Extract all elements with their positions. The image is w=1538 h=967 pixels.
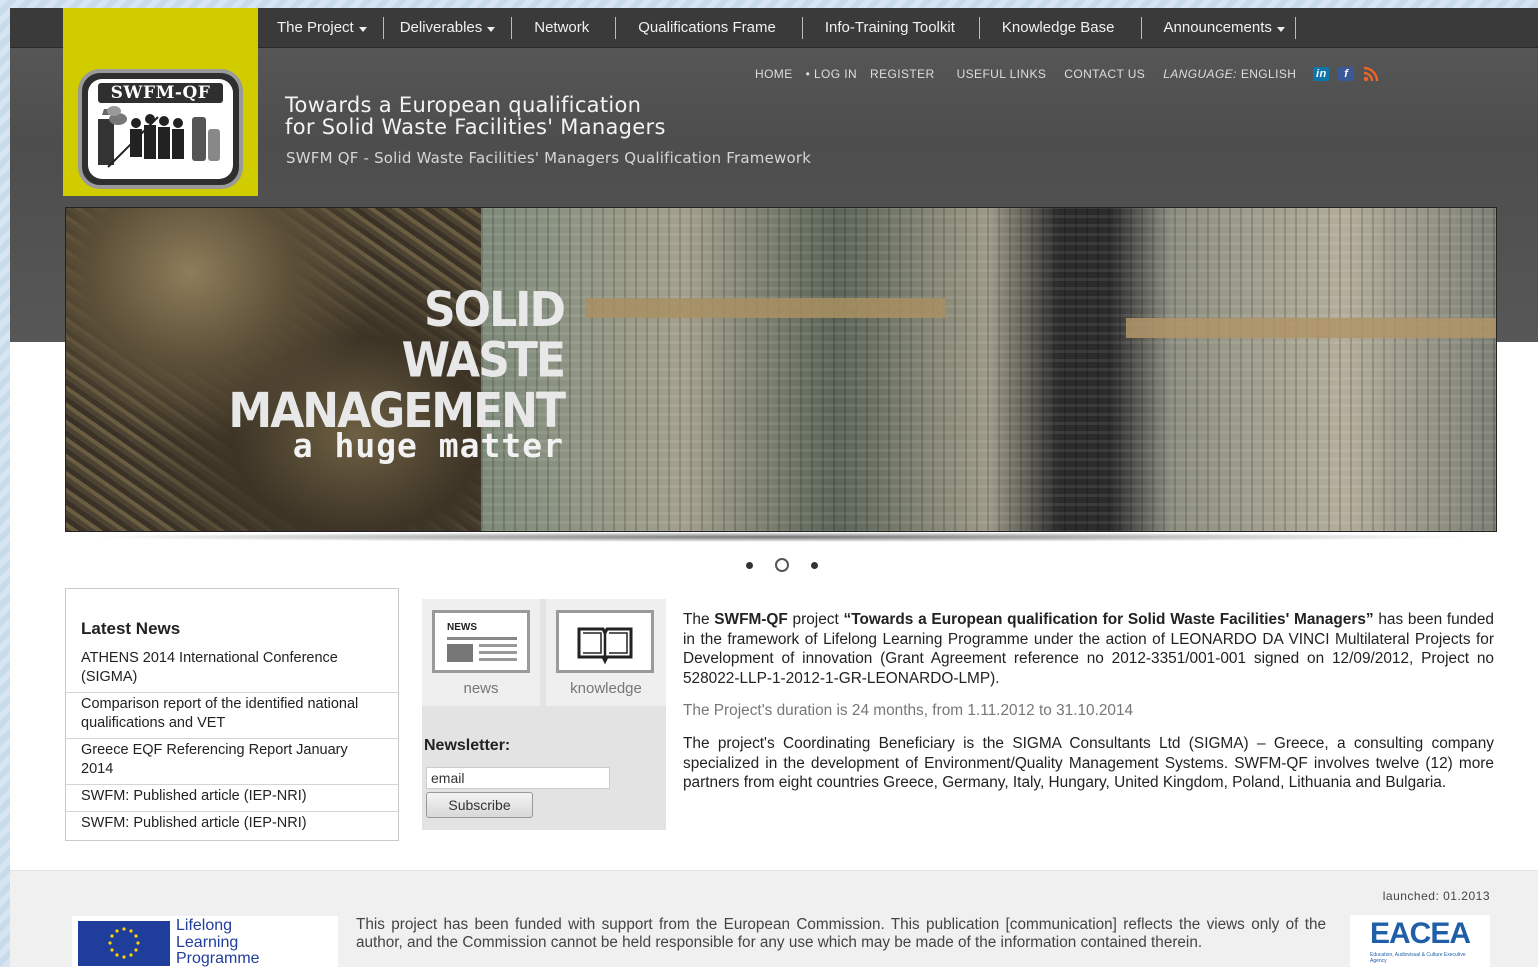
page: SWFM-QF The Project Deliverables Network…: [10, 8, 1538, 967]
subscribe-button[interactable]: Subscribe: [426, 792, 533, 818]
site-tagline: Towards a European qualification for Sol…: [285, 94, 666, 138]
llp-logo[interactable]: Lifelong Learning Programme: [72, 916, 338, 967]
project-description: The SWFM-QF project “Towards a European …: [683, 610, 1494, 806]
latest-news-panel: Latest News ATHENS 2014 International Co…: [65, 588, 399, 841]
about-paragraph-3: The project's Coordinating Beneficiary i…: [683, 734, 1494, 792]
slider-dot-2[interactable]: [775, 558, 789, 572]
chevron-down-icon: [1276, 26, 1285, 32]
utility-links: HOME • LOG IN REGISTER USEFUL LINKS CONT…: [755, 66, 1381, 82]
nav-announcements[interactable]: Announcements: [1142, 17, 1296, 39]
hero-shadow: [83, 532, 1479, 542]
chevron-down-icon: [358, 26, 367, 32]
book-icon: [556, 610, 654, 673]
nav-label: Announcements: [1163, 19, 1272, 36]
logo-people-icon: [98, 106, 220, 168]
llp-text: Lifelong Learning Programme: [176, 917, 260, 967]
news-tile-label: news: [463, 680, 499, 697]
llp-line-1: Lifelong: [176, 917, 233, 934]
newspaper-icon: NEWS: [432, 610, 530, 673]
hero-slider[interactable]: SOLID WASTE MANAGEMENT a huge matter: [65, 207, 1497, 532]
hero-line-2: WASTE: [401, 332, 566, 389]
linkedin-icon[interactable]: in: [1313, 67, 1330, 81]
nav-deliverables[interactable]: Deliverables: [384, 17, 513, 39]
nav-label: Network: [534, 19, 590, 36]
newsletter-email-input[interactable]: [426, 767, 610, 789]
nav-network[interactable]: Network: [512, 17, 617, 39]
latest-news-title: Latest News: [81, 619, 181, 638]
eacea-logo[interactable]: EACEA Education, Audiovisual & Culture E…: [1350, 915, 1490, 967]
slider-pagination: [746, 558, 818, 572]
site-footer: launched: 01.2013 Lifelong Learning Prog…: [10, 870, 1538, 967]
open-book-icon: [577, 627, 633, 665]
quick-links-panel: NEWS news knowledge Newsletter: email Su…: [422, 599, 666, 830]
hero-pallet: [1126, 318, 1496, 338]
register-link[interactable]: REGISTER: [870, 67, 935, 81]
logo-panel: SWFM-QF: [63, 8, 258, 196]
news-item[interactable]: Greece EQF Referencing Report January 20…: [66, 739, 398, 785]
news-item[interactable]: SWFM: Published article (IEP-NRI): [66, 785, 398, 812]
slider-dot-3[interactable]: [811, 561, 818, 569]
news-badge: NEWS: [447, 622, 477, 633]
nav-label: Deliverables: [399, 19, 483, 36]
useful-links-link[interactable]: USEFUL LINKS: [957, 67, 1047, 81]
eu-disclaimer: This project has been funded with suppor…: [356, 916, 1326, 951]
latest-news-list: ATHENS 2014 International Conference (SI…: [66, 647, 398, 838]
hero-headline: SOLID WASTE MANAGEMENT: [228, 281, 566, 437]
rss-icon[interactable]: [1363, 66, 1381, 82]
nav-label: Qualifications Frame: [638, 19, 776, 36]
site-subtitle: SWFM QF - Solid Waste Facilities' Manage…: [286, 149, 812, 167]
nav-qualifications-frame[interactable]: Qualifications Frame: [616, 17, 803, 39]
login-link[interactable]: • LOG IN: [806, 67, 857, 81]
nav-the-project[interactable]: The Project: [268, 17, 384, 39]
main-nav: The Project Deliverables Network Qualifi…: [268, 8, 1296, 48]
about-project-acronym: SWFM-QF: [714, 611, 788, 628]
llp-line-2: Learning: [176, 933, 239, 951]
news-tile[interactable]: NEWS news: [422, 599, 540, 706]
nav-label: Info-Training Toolkit: [824, 19, 955, 36]
llp-line-3: Programme: [176, 950, 260, 967]
hero-pallet: [586, 298, 946, 318]
logo-image: SWFM-QF: [88, 79, 233, 179]
hero-line-4: a huge matter: [292, 426, 564, 465]
tagline-line-1: Towards a European qualification: [285, 93, 642, 117]
contact-us-link[interactable]: CONTACT US: [1064, 67, 1145, 81]
knowledge-tile-label: knowledge: [570, 680, 642, 697]
eacea-text: EACEA: [1370, 917, 1471, 950]
chevron-down-icon: [487, 26, 496, 32]
about-text: project: [787, 611, 844, 628]
newsletter-title: Newsletter:: [424, 737, 511, 754]
news-item[interactable]: ATHENS 2014 International Conference (SI…: [66, 647, 398, 693]
home-link[interactable]: HOME: [755, 67, 793, 81]
nav-label: The Project: [277, 19, 354, 36]
language-label: LANGUAGE:: [1163, 67, 1237, 81]
tagline-line-2: for Solid Waste Facilities' Managers: [285, 115, 666, 139]
launched-date: launched: 01.2013: [1382, 889, 1490, 903]
facebook-icon[interactable]: f: [1338, 67, 1355, 81]
hero-line-1: SOLID: [423, 281, 566, 338]
eu-flag-icon: [78, 921, 170, 966]
nav-knowledge-base[interactable]: Knowledge Base: [980, 17, 1142, 39]
hero-image-bales: [481, 208, 1496, 531]
news-item[interactable]: SWFM: Published article (IEP-NRI): [66, 812, 398, 838]
about-paragraph-1: The SWFM-QF project “Towards a European …: [683, 610, 1494, 688]
knowledge-tile[interactable]: knowledge: [546, 599, 666, 706]
about-project-title: “Towards a European qualification for So…: [843, 611, 1374, 628]
nav-label: Knowledge Base: [1001, 19, 1115, 36]
language-selector[interactable]: ENGLISH: [1241, 67, 1296, 81]
about-text: The: [683, 611, 715, 628]
nav-info-training-toolkit[interactable]: Info-Training Toolkit: [803, 17, 980, 39]
site-logo[interactable]: SWFM-QF: [78, 69, 243, 189]
about-paragraph-2: The Project's duration is 24 months, fro…: [683, 702, 1134, 720]
eacea-subtitle: Education, Audiovisual & Culture Executi…: [1370, 952, 1466, 964]
news-item[interactable]: Comparison report of the identified nati…: [66, 693, 398, 739]
slider-dot-1[interactable]: [746, 561, 753, 569]
